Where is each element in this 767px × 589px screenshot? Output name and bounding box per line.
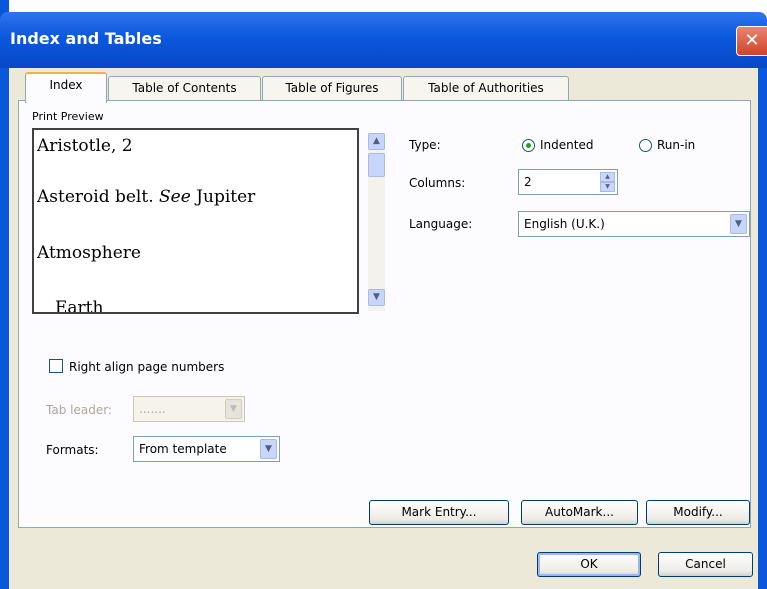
preview-line-2-text-end: Jupiter (190, 187, 256, 207)
preview-line-2: Asteroid belt. See Jupiter (37, 187, 255, 207)
tab-leader-label: Tab leader: (46, 403, 112, 417)
type-label: Type: (409, 138, 441, 152)
tab-leader-dropdown-button[interactable]: ▼ (225, 399, 242, 419)
formats-dropdown-button[interactable]: ▼ (260, 439, 277, 459)
radio-run-in-label[interactable]: Run-in (657, 138, 695, 152)
close-button[interactable]: ✕ (736, 26, 767, 56)
formats-label: Formats: (46, 443, 99, 457)
language-select[interactable]: English (U.K.) (518, 211, 750, 237)
chevron-down-icon: ▼ (265, 444, 272, 454)
print-preview-box: Aristotle, 2 Asteroid belt. See Jupiter … (32, 128, 359, 314)
spin-up-icon: ▲ (605, 173, 610, 180)
spin-down-icon: ▼ (605, 183, 610, 190)
preview-line-3: Atmosphere (37, 243, 141, 263)
tab-table-of-contents[interactable]: Table of Contents (108, 76, 261, 101)
radio-indented-label[interactable]: Indented (540, 138, 593, 152)
scroll-up-button[interactable]: ▲ (368, 133, 385, 150)
scroll-down-button[interactable]: ▼ (368, 289, 385, 306)
preview-line-1: Aristotle, 2 (37, 136, 133, 156)
tab-table-of-figures[interactable]: Table of Figures (262, 76, 402, 101)
right-align-checkbox[interactable] (49, 359, 63, 373)
print-preview-label: Print Preview (32, 110, 104, 123)
right-align-label[interactable]: Right align page numbers (69, 360, 224, 374)
preview-line-2-text: Asteroid belt. (37, 187, 159, 207)
ok-button[interactable]: OK (537, 552, 641, 577)
columns-spin-down[interactable]: ▼ (600, 182, 615, 192)
language-label: Language: (409, 217, 473, 231)
chevron-up-icon: ▲ (373, 136, 380, 146)
automark-button[interactable]: AutoMark... (521, 500, 638, 525)
window-frame-right (758, 68, 767, 589)
cancel-button[interactable]: Cancel (658, 552, 753, 577)
window-title: Index and Tables (10, 29, 162, 48)
chevron-down-icon: ▼ (230, 404, 237, 414)
radio-selected-dot (526, 143, 531, 148)
window-frame-left (0, 0, 9, 589)
language-dropdown-button[interactable]: ▼ (730, 214, 747, 234)
preview-line-2-italic: See (159, 187, 191, 207)
columns-spin-up[interactable]: ▲ (600, 172, 615, 182)
formats-select[interactable]: From template (133, 436, 280, 462)
radio-indented[interactable] (522, 139, 535, 152)
columns-label: Columns: (409, 176, 466, 190)
tab-index[interactable]: Index (25, 72, 107, 103)
modify-button[interactable]: Modify... (646, 500, 750, 525)
preview-line-4: Earth (55, 298, 104, 314)
tab-table-of-authorities[interactable]: Table of Authorities (403, 76, 569, 101)
close-icon: ✕ (744, 30, 760, 51)
scroll-thumb[interactable] (368, 153, 385, 177)
radio-run-in[interactable] (639, 139, 652, 152)
mark-entry-button[interactable]: Mark Entry... (369, 500, 509, 525)
chevron-down-icon: ▼ (373, 292, 380, 302)
chevron-down-icon: ▼ (735, 219, 742, 229)
